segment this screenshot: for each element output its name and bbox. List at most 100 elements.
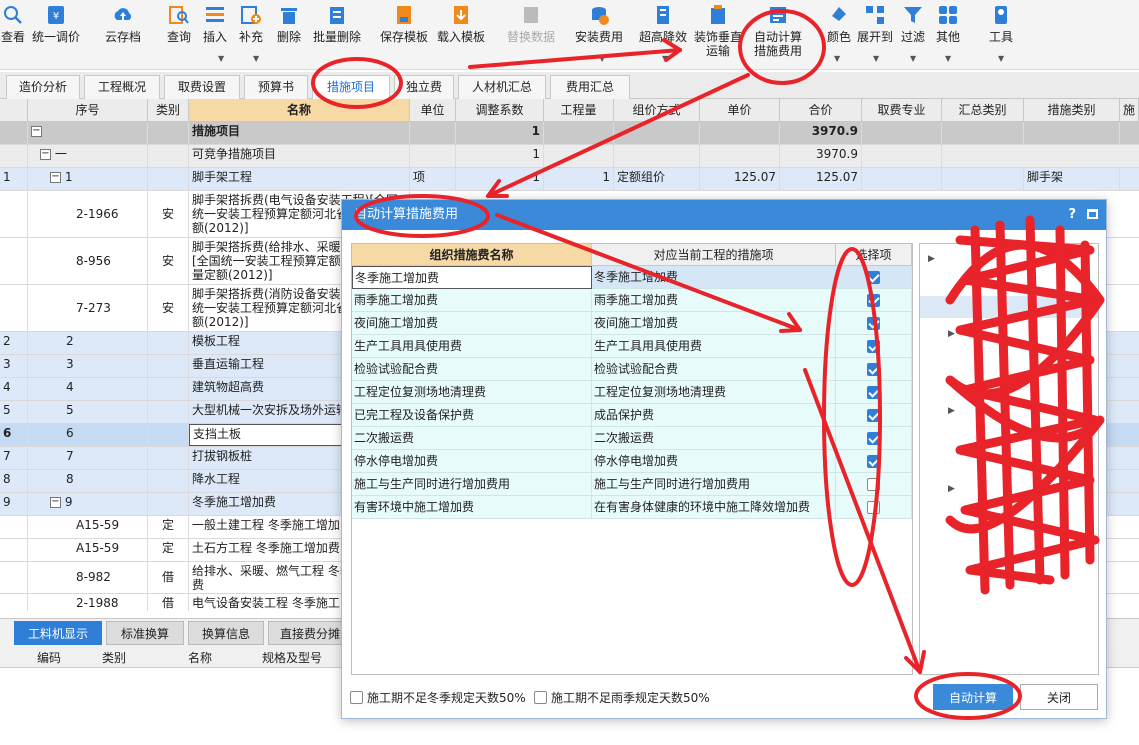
select-checkbox[interactable] (867, 317, 880, 330)
match-item-cell[interactable]: 雨季施工增加费 (592, 289, 836, 312)
select-checkbox[interactable] (867, 271, 880, 284)
tab-labor-material-summary[interactable]: 人材机汇总 (458, 75, 546, 99)
column-header[interactable]: 施 (1120, 99, 1139, 122)
checkbox[interactable] (350, 691, 363, 704)
table-row[interactable]: − 一 可竞争措施项目 1 3970.9 (0, 145, 1139, 168)
tab-labor-material-display[interactable]: 工料机显示 (14, 621, 102, 645)
collapse-icon[interactable]: − (50, 172, 61, 183)
fee-name-cell[interactable]: 工程定位复测场地清理费 (352, 381, 592, 404)
fee-row[interactable]: 生产工具用具使用费 生产工具用具使用费 (352, 335, 912, 358)
expand-arrow-icon[interactable]: ▶ (928, 254, 935, 264)
collapse-icon[interactable]: − (50, 497, 61, 508)
vertical-transport-button[interactable]: 装饰垂直 运输 (693, 4, 743, 58)
replace-data-button[interactable]: 替换数据 (506, 4, 556, 44)
select-checkbox[interactable] (867, 340, 880, 353)
checkbox[interactable] (534, 691, 547, 704)
select-checkbox[interactable] (867, 294, 880, 307)
fee-name-cell[interactable]: 已完工程及设备保护费 (352, 404, 592, 427)
other-button[interactable]: 其他 (935, 4, 961, 44)
winter-days-checkbox[interactable]: 施工期不足冬季规定天数50% (350, 689, 526, 705)
collapse-icon[interactable]: − (40, 149, 51, 160)
fee-name-cell[interactable]: 有害环境中施工增加费 (352, 496, 592, 519)
match-item-cell[interactable]: 检验试验配合费 (592, 358, 836, 381)
select-checkbox[interactable] (867, 455, 880, 468)
batch-delete-button[interactable]: 批量删除 (311, 4, 363, 44)
tool-button[interactable]: 工具 (988, 4, 1014, 44)
view-button[interactable]: 查看 (0, 4, 26, 44)
select-checkbox[interactable] (867, 432, 880, 445)
fee-row[interactable]: 检验试验配合费 检验试验配合费 (352, 358, 912, 381)
fee-name-cell[interactable]: 冬季施工增加费 (352, 266, 592, 289)
expand-to-button[interactable]: 展开到 (857, 4, 893, 44)
supplement-button[interactable]: 补充 (238, 4, 264, 44)
fee-row[interactable]: 冬季施工增加费 冬季施工增加费 (352, 266, 912, 289)
auto-calc-measure-button[interactable]: 自动计算 措施费用 (752, 4, 804, 58)
column-header[interactable]: 调整系数 (456, 99, 544, 122)
cloud-archive-button[interactable]: 云存档 (103, 4, 143, 44)
fee-name-cell[interactable]: 二次搬运费 (352, 427, 592, 450)
select-checkbox[interactable] (867, 363, 880, 376)
tab-fee-summary[interactable]: 费用汇总 (550, 75, 630, 99)
delete-button[interactable]: 删除 (276, 4, 302, 44)
column-header[interactable]: 组价方式 (614, 99, 700, 122)
unified-price-button[interactable]: ¥ 统一调价 (30, 4, 82, 44)
fee-row[interactable]: 停水停电增加费 停水停电增加费 (352, 450, 912, 473)
install-fee-button[interactable]: 安装费用 (574, 4, 624, 44)
fee-row[interactable]: 已完工程及设备保护费 成品保护费 (352, 404, 912, 427)
fee-row[interactable]: 施工与生产同时进行增加费用 施工与生产同时进行增加费用 (352, 473, 912, 496)
height-reduce-button[interactable]: 超高降效 (638, 4, 688, 44)
column-header[interactable]: 类别 (148, 99, 189, 122)
select-checkbox[interactable] (867, 501, 880, 514)
match-item-cell[interactable]: 成品保护费 (592, 404, 836, 427)
match-item-cell[interactable]: 二次搬运费 (592, 427, 836, 450)
filter-button[interactable]: 过滤 (900, 4, 926, 44)
match-item-cell[interactable]: 施工与生产同时进行增加费用 (592, 473, 836, 496)
column-header[interactable]: 措施类别 (1024, 99, 1120, 122)
fee-name-cell[interactable]: 施工与生产同时进行增加费用 (352, 473, 592, 496)
fee-name-cell[interactable]: 夜间施工增加费 (352, 312, 592, 335)
select-checkbox[interactable] (867, 409, 880, 422)
column-header[interactable]: 合价 (780, 99, 862, 122)
column-header[interactable]: 汇总类别 (942, 99, 1024, 122)
column-header[interactable]: 选择项 (836, 244, 912, 266)
tab-project-overview[interactable]: 工程概况 (84, 75, 160, 99)
fee-row[interactable]: 雨季施工增加费 雨季施工增加费 (352, 289, 912, 312)
maximize-icon[interactable] (1087, 209, 1098, 219)
column-header[interactable]: 组织措施费名称 (352, 244, 592, 266)
tab-budget[interactable]: 预算书 (244, 75, 308, 99)
match-item-cell[interactable]: 冬季施工增加费 (592, 266, 836, 289)
column-header[interactable]: 单价 (700, 99, 780, 122)
close-button[interactable]: 关闭 (1020, 684, 1098, 710)
tab-conversion-info[interactable]: 换算信息 (188, 621, 264, 645)
expand-arrow-icon[interactable]: ▶ (948, 484, 955, 494)
table-row[interactable]: 1 − 1 脚手架工程 项 1 1 定额组价 125.07 125.07 脚手架 (0, 168, 1139, 191)
column-header[interactable]: 工程量 (544, 99, 614, 122)
fee-name-cell[interactable]: 雨季施工增加费 (352, 289, 592, 312)
query-button[interactable]: 查询 (166, 4, 192, 44)
table-row[interactable]: − 措施项目 1 3970.9 (0, 122, 1139, 145)
match-item-cell[interactable]: 停水停电增加费 (592, 450, 836, 473)
expand-arrow-icon[interactable]: ▶ (948, 329, 955, 339)
fee-row[interactable]: 二次搬运费 二次搬运费 (352, 427, 912, 450)
dialog-title[interactable]: 自动计算措施费用 (342, 200, 1106, 230)
tab-independent-fee[interactable]: 独立费 (394, 75, 454, 99)
column-header[interactable]: 单位 (410, 99, 456, 122)
match-item-cell[interactable]: 夜间施工增加费 (592, 312, 836, 335)
select-checkbox[interactable] (867, 386, 880, 399)
collapse-icon[interactable]: − (31, 126, 42, 137)
tab-standard-conversion[interactable]: 标准换算 (106, 621, 184, 645)
select-checkbox[interactable] (867, 478, 880, 491)
match-item-cell[interactable]: 生产工具用具使用费 (592, 335, 836, 358)
fee-name-cell[interactable]: 生产工具用具使用费 (352, 335, 592, 358)
auto-calc-button[interactable]: 自动计算 (933, 684, 1013, 710)
expand-arrow-icon[interactable]: ▶ (948, 406, 955, 416)
fee-row[interactable]: 工程定位复测场地清理费 工程定位复测场地清理费 (352, 381, 912, 404)
fee-name-cell[interactable]: 停水停电增加费 (352, 450, 592, 473)
insert-button[interactable]: 插入 (202, 4, 228, 44)
tab-measures[interactable]: 措施项目 (312, 75, 390, 100)
match-item-cell[interactable]: 在有害身体健康的环境中施工降效增加费 (592, 496, 836, 519)
help-icon[interactable]: ? (1068, 207, 1076, 222)
column-header[interactable]: 名称 (189, 99, 410, 122)
tab-direct-cost-allocation[interactable]: 直接费分摊 (268, 621, 352, 645)
column-header[interactable]: 取费专业 (862, 99, 942, 122)
